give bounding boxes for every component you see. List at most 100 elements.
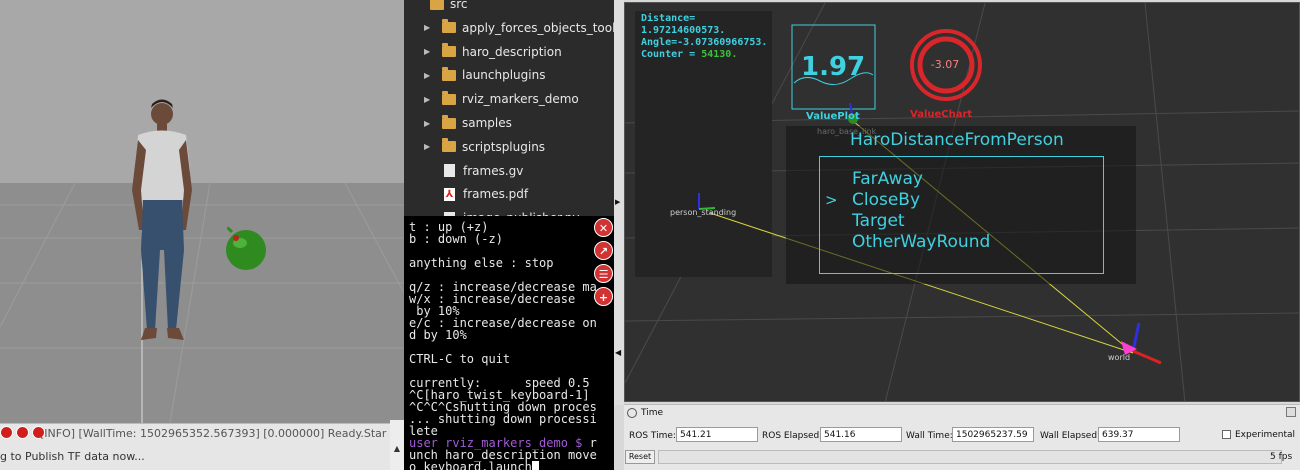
folder-icon <box>442 90 456 105</box>
wall-time-label: Wall Time: <box>906 431 953 441</box>
person-standing-model <box>132 99 192 340</box>
tree-item-label: src <box>450 0 468 11</box>
tree-item-label: frames.pdf <box>463 187 529 202</box>
folder-icon <box>442 19 456 34</box>
add-terminal-icon[interactable]: + <box>594 287 613 306</box>
tree-item-label: scriptsplugins <box>462 139 546 154</box>
tree-item-label: samples <box>462 116 512 130</box>
rviz-3d-view[interactable]: Distance= 1.97214600573. Angle=-3.073609… <box>624 2 1300 402</box>
pdf-file-icon: ⅄ <box>444 187 455 201</box>
terminal-line: anything else : stop <box>409 256 554 270</box>
terminal-line: d by 10% <box>409 328 467 342</box>
terminal-cursor <box>531 461 539 470</box>
scroll-up-icon[interactable]: ▲ <box>390 444 404 453</box>
status-bar <box>658 450 1282 464</box>
gazebo-models <box>132 99 266 340</box>
folder-icon <box>430 0 444 10</box>
menu-item[interactable]: CloseBy <box>852 190 920 210</box>
tree-item[interactable]: ▶ rviz_markers_demo <box>424 88 579 110</box>
expand-arrow-icon[interactable]: ▶ <box>424 119 434 128</box>
terminal-output: t : up (+z) b : down (-z) anything else … <box>404 216 614 470</box>
close-panel-icon[interactable] <box>1286 407 1296 417</box>
counter-value: 54130. <box>701 49 738 60</box>
terminal-line: CTRL-C to quit <box>409 352 511 366</box>
value-plot-number: 1.97 <box>801 52 866 82</box>
distance-value: 1.97214600573. <box>641 25 726 36</box>
tree-item[interactable]: ⅄ frames.pdf <box>424 183 528 205</box>
collapse-left-icon-2[interactable]: ◀ <box>615 348 621 357</box>
tree-item[interactable]: ▶ launchplugins <box>424 64 545 86</box>
value-plot-label: ValuePlot <box>806 111 860 122</box>
tree-item-label: haro_description <box>462 44 562 59</box>
gazebo-log-info: [INFO] [WallTime: 1502965352.567393] [0.… <box>40 427 387 440</box>
fps-readout: 5 fps <box>1270 452 1293 462</box>
tree-item-label: rviz_markers_demo <box>462 92 579 107</box>
time-panel: Time ROS Time: 541.21 ROS Elapsed: 541.1… <box>624 404 1300 470</box>
folder-icon <box>442 138 456 153</box>
experimental-checkbox[interactable] <box>1222 430 1231 439</box>
angle-text: Angle=-3.07360966753. <box>641 37 768 48</box>
text-file-icon <box>444 164 455 178</box>
expand-arrow-icon[interactable]: ▶ <box>424 71 434 80</box>
reset-button[interactable]: Reset <box>625 450 655 464</box>
time-panel-title: Time <box>641 408 664 418</box>
overlay-text: Distance= 1.97214600573. Angle=-3.073609… <box>641 13 767 61</box>
menu-selection-cursor: > <box>825 191 838 209</box>
counter-label: Counter = <box>641 49 702 60</box>
tree-item[interactable]: ▶ haro_description <box>424 41 562 63</box>
gazebo-toolbar <box>0 426 45 439</box>
menu-item[interactable]: OtherWayRound <box>852 232 990 252</box>
expand-arrow-icon[interactable]: ▶ <box>424 47 434 56</box>
terminal-line: b : down (-z) <box>409 232 503 246</box>
folder-icon <box>442 66 456 81</box>
tree-item[interactable]: ▶ samples <box>424 112 512 134</box>
close-terminal-icon[interactable]: ✕ <box>594 218 613 237</box>
expand-arrow-icon[interactable]: ▶ <box>424 95 434 104</box>
interactive-menu[interactable]: HaroDistanceFromPerson FarAway > CloseBy Ta… <box>786 126 1136 284</box>
gazebo-status-bar: [INFO] [WallTime: 1502965352.567393] [0.… <box>0 423 404 470</box>
expand-arrow-icon[interactable]: ▶ <box>424 142 434 151</box>
value-chart-number: -3.07 <box>930 58 960 71</box>
haro-robot-model <box>226 226 266 270</box>
record-icon[interactable] <box>0 426 13 439</box>
ros-time-field[interactable]: 541.21 <box>676 427 758 442</box>
ros-time-label: ROS Time: <box>629 431 676 441</box>
tree-item[interactable]: frames.gv <box>424 160 523 182</box>
person-frame-label: person_standing <box>670 208 737 217</box>
wall-elapsed-field[interactable]: 639.37 <box>1098 427 1180 442</box>
tree-item-label: launchplugins <box>462 68 546 83</box>
value-chart-label: ValueChart <box>910 109 973 120</box>
tree-item[interactable]: image_publisher.py <box>424 207 580 216</box>
scroll-gutter[interactable]: ▲ <box>390 420 404 470</box>
tree-item[interactable]: ▶ apply_forces_objects_tools <box>424 17 614 39</box>
expand-arrow-icon[interactable]: ▶ <box>424 23 434 32</box>
world-frame-label: world <box>1108 353 1131 362</box>
clock-icon <box>627 408 637 418</box>
collapse-left-icon[interactable]: ▶ <box>615 198 620 206</box>
wall-elapsed-label: Wall Elapsed: <box>1040 431 1101 441</box>
terminal-toolbar: ✕ ↗ ☰ + <box>594 218 613 306</box>
rviz-window: ▶ ◀ Distance= 1.97214600573. Angle=-3.07… <box>614 0 1300 470</box>
tree-item-label: apply_forces_objects_tools <box>462 20 614 35</box>
stop-icon[interactable] <box>16 426 29 439</box>
folder-icon <box>442 43 456 58</box>
terminal-line: o_keyboard.launch <box>409 460 532 470</box>
experimental-label: Experimental <box>1235 430 1296 440</box>
folder-icon <box>442 114 456 129</box>
external-link-icon[interactable]: ↗ <box>594 241 613 260</box>
gazebo-log-message: g to Publish TF data now... <box>0 450 145 463</box>
tree-item[interactable]: src <box>422 0 468 15</box>
menu-item[interactable]: FarAway <box>852 169 923 189</box>
menu-title: HaroDistanceFromPerson <box>850 130 1064 150</box>
terminal-panel[interactable]: t : up (+z) b : down (-z) anything else … <box>404 216 614 470</box>
ros-elapsed-field[interactable]: 541.16 <box>820 427 902 442</box>
tree-item[interactable]: ▶ scriptsplugins <box>424 136 545 158</box>
list-icon[interactable]: ☰ <box>594 264 613 283</box>
menu-options-box: FarAway > CloseBy Target OtherWayRound <box>819 156 1104 274</box>
rviz-left-dock: ▶ ◀ <box>614 0 624 405</box>
file-tree-panel[interactable]: src ▶ apply_forces_objects_tools ▶ haro_desc… <box>404 0 614 216</box>
gazebo-simulation-view[interactable]: [INFO] [WallTime: 1502965352.567393] [0.… <box>0 0 404 470</box>
wall-time-field[interactable]: 1502965237.59 <box>952 427 1034 442</box>
ros-elapsed-label: ROS Elapsed: <box>762 431 823 441</box>
menu-item[interactable]: Target <box>852 211 905 231</box>
